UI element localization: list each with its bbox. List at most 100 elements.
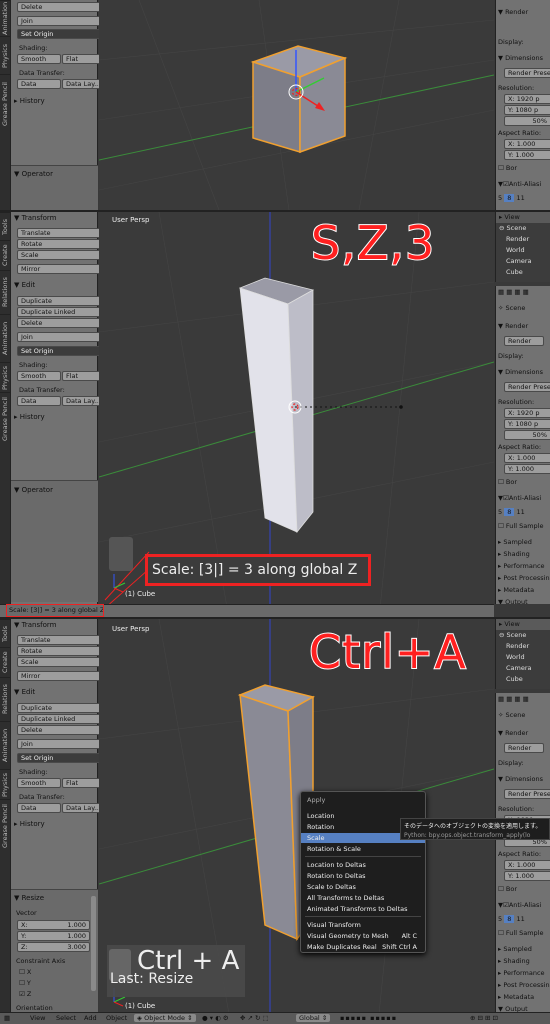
outliner-header[interactable]: ▸ View	[496, 212, 550, 223]
snap-icons[interactable]: ⊕ ⊟ ⊞ ⊡	[470, 1014, 498, 1022]
aa-samples[interactable]: 5 8 11	[498, 915, 525, 923]
aa-5[interactable]: 5	[498, 194, 502, 202]
tab-grease-pencil[interactable]: Grease Pencil	[0, 74, 11, 134]
menu-item-location-deltas[interactable]: Location to Deltas	[307, 860, 421, 870]
tab-physics[interactable]: Physics	[0, 36, 11, 74]
translate-button[interactable]: Translate	[17, 635, 106, 645]
aspect-x-field[interactable]: X: 1.000	[504, 139, 550, 149]
aspect-y-field[interactable]: Y: 1.000	[504, 150, 550, 160]
history-header[interactable]: ▸ History	[14, 97, 45, 105]
aa-8[interactable]: 8	[504, 194, 515, 202]
tab-animation[interactable]: Animation	[0, 314, 11, 362]
data-button[interactable]: Data	[17, 803, 61, 813]
mode-dropdown[interactable]: ◈ Object Mode ⇕	[134, 1014, 196, 1022]
delete-button[interactable]: Delete	[17, 725, 106, 735]
full-sample-checkbox[interactable]: ☐ Full Sample	[498, 522, 543, 530]
aa-11[interactable]: 11	[516, 508, 524, 516]
outliner-world[interactable]: World	[496, 652, 550, 663]
menu-item-make-duplicates-real[interactable]: Make Duplicates Real Shift Ctrl A	[307, 942, 421, 952]
post-processing-header[interactable]: ▸ Post Processin	[498, 574, 550, 582]
set-origin-dropdown[interactable]: Set Origin	[17, 346, 106, 356]
layer-buttons[interactable]: ▪▪▪▪▪ ▪▪▪▪▪	[340, 1014, 397, 1022]
aa-8[interactable]: 8	[504, 915, 515, 923]
scale-button[interactable]: Scale	[17, 657, 106, 667]
data-button[interactable]: Data	[17, 79, 61, 89]
rotate-button[interactable]: Rotate	[17, 646, 106, 656]
operator-header[interactable]: ▼ Operator	[14, 170, 53, 178]
render-presets-button[interactable]: Render Presets	[504, 789, 550, 799]
aa-11[interactable]: 11	[516, 915, 524, 923]
dimensions-header[interactable]: ▼ Dimensions	[498, 54, 543, 62]
dimensions-header[interactable]: ▼ Dimensions	[498, 368, 543, 376]
data-button[interactable]: Data	[17, 396, 61, 406]
outliner-camera[interactable]: Camera	[496, 663, 550, 674]
menu-select[interactable]: Select	[56, 1014, 76, 1022]
output-header[interactable]: ▼ Output	[498, 598, 528, 604]
outliner-header[interactable]: ▸ View	[496, 619, 550, 630]
aa-5[interactable]: 5	[498, 915, 502, 923]
transform-header[interactable]: ▼ Transform	[14, 214, 56, 222]
border-checkbox[interactable]: ☐ Bor	[498, 164, 517, 172]
render-presets-button[interactable]: Render Presets	[504, 382, 550, 392]
aspect-x-field[interactable]: X: 1.000	[504, 453, 550, 463]
menu-item-rotation-deltas[interactable]: Rotation to Deltas	[307, 871, 421, 881]
border-checkbox[interactable]: ☐ Bor	[498, 885, 517, 893]
outliner-scene[interactable]: ⊖ Scene	[496, 223, 550, 234]
render-button[interactable]: Render	[504, 743, 544, 753]
render-presets-button[interactable]: Render Presets	[504, 68, 550, 78]
manipulator-icons[interactable]: ✥ ↗ ↻ ⬚	[240, 1014, 269, 1022]
menu-item-visual-transform[interactable]: Visual Transform	[307, 920, 421, 930]
resolution-percent-field[interactable]: 50%	[504, 430, 550, 440]
aspect-y-field[interactable]: Y: 1.000	[504, 871, 550, 881]
anti-aliasing-header[interactable]: ▼☑Anti-Aliasi	[498, 901, 541, 909]
mirror-button[interactable]: Mirror	[17, 264, 106, 274]
aspect-y-field[interactable]: Y: 1.000	[504, 464, 550, 474]
vector-x-field[interactable]: X: 1.000	[17, 920, 90, 930]
join-button[interactable]: Join	[17, 739, 106, 749]
resolution-y-field[interactable]: Y: 1080 p	[504, 419, 550, 429]
orientation-dropdown[interactable]: Global ⇕	[296, 1014, 331, 1022]
constraint-z-checkbox[interactable]: ☑ Z	[19, 990, 31, 998]
outliner-camera[interactable]: Camera	[496, 256, 550, 267]
outliner-render[interactable]: Render	[496, 234, 550, 245]
edit-header[interactable]: ▼ Edit	[14, 688, 35, 696]
aa-8[interactable]: 8	[504, 508, 515, 516]
aspect-x-field[interactable]: X: 1.000	[504, 860, 550, 870]
tab-tools[interactable]: Tools	[0, 212, 11, 240]
sampled-header[interactable]: ▸ Sampled	[498, 945, 532, 953]
translate-button[interactable]: Translate	[17, 228, 106, 238]
tab-create[interactable]: Create	[0, 240, 11, 270]
menu-view[interactable]: View	[30, 1014, 45, 1022]
3d-viewport[interactable]	[99, 0, 494, 210]
duplicate-linked-button[interactable]: Duplicate Linked	[17, 307, 106, 317]
outliner-view-label[interactable]: View	[504, 620, 519, 628]
smooth-button[interactable]: Smooth	[17, 54, 61, 64]
delete-button[interactable]: Delete	[17, 318, 106, 328]
set-origin-dropdown[interactable]: Set Origin	[17, 753, 106, 763]
delete-button[interactable]: Delete	[17, 2, 106, 12]
anti-aliasing-header[interactable]: ▼☑Anti-Aliasi	[498, 494, 541, 502]
metadata-header[interactable]: ▸ Metadata	[498, 993, 534, 1001]
aa-samples[interactable]: 5 8 11	[498, 508, 525, 516]
full-sample-checkbox[interactable]: ☐ Full Sample	[498, 929, 543, 937]
aa-5[interactable]: 5	[498, 508, 502, 516]
tab-relations[interactable]: Relations	[0, 677, 11, 721]
properties-tabs[interactable]: ▦ ▦ ▦ ▦	[498, 288, 529, 296]
editor-type-icon[interactable]: ▦	[4, 1014, 10, 1022]
performance-header[interactable]: ▸ Performance	[498, 969, 545, 977]
transform-header[interactable]: ▼ Transform	[14, 621, 56, 629]
shading-header[interactable]: ▸ Shading	[498, 957, 530, 965]
menu-item-visual-geometry-mesh[interactable]: Visual Geometry to Mesh Alt C	[307, 931, 421, 941]
cube-left[interactable]	[252, 60, 301, 154]
resolution-x-field[interactable]: X: 1920 p	[504, 408, 550, 418]
rotate-button[interactable]: Rotate	[17, 239, 106, 249]
outliner-cube[interactable]: Cube	[496, 674, 550, 685]
tab-grease-pencil[interactable]: Grease Pencil	[0, 799, 11, 853]
menu-item-all-transforms-deltas[interactable]: All Transforms to Deltas	[307, 893, 421, 903]
render-section-header[interactable]: ▼ Render	[498, 322, 528, 330]
tab-animation[interactable]: Animation	[0, 0, 11, 36]
resize-header[interactable]: ▼ Resize	[14, 894, 44, 902]
3d-viewport[interactable]: User Persp (1) Cube Scale: [3|] = 3 alon…	[99, 212, 494, 617]
properties-tabs[interactable]: ▦ ▦ ▦ ▦	[498, 695, 529, 703]
anti-aliasing-header[interactable]: ▼☑Anti-Aliasi	[498, 180, 541, 188]
